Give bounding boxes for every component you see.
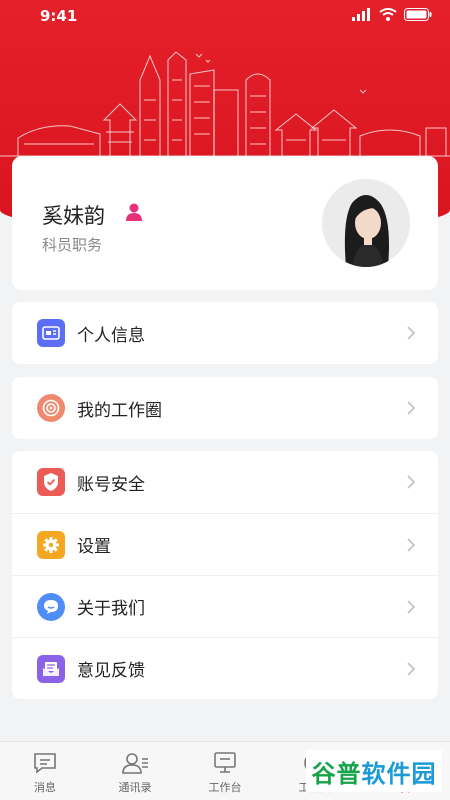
tab-label: 工作台: [208, 781, 242, 794]
chevron-right-icon: [407, 662, 416, 676]
gear-icon: [37, 531, 65, 559]
profile-card[interactable]: 奚妹韵 科员职务: [12, 156, 438, 290]
menu-item-personal-info[interactable]: 个人信息: [12, 302, 438, 364]
chevron-right-icon: [407, 326, 416, 340]
menu-item-label: 个人信息: [77, 325, 145, 346]
feedback-mail-icon: [37, 655, 65, 683]
menu-item-label: 关于我们: [77, 599, 145, 619]
tab-workbench[interactable]: 工作台: [180, 742, 270, 800]
status-icons: [352, 8, 432, 21]
tab-messages[interactable]: 消息: [0, 742, 90, 800]
workbench-icon: [214, 752, 236, 773]
tab-label: 通讯录: [118, 781, 152, 794]
menu-item-label: 我的工作圈: [77, 400, 162, 421]
status-time: 9:41: [40, 7, 78, 25]
menu-item-label: 设置: [77, 537, 111, 557]
menu-group-2: 我的工作圈: [12, 377, 438, 439]
status-bar: 9:41: [0, 0, 450, 32]
contacts-icon: [122, 753, 148, 774]
city-skyline-illustration: [0, 51, 450, 157]
menu-item-label: 意见反馈: [77, 661, 145, 681]
message-icon: [34, 753, 56, 774]
menu-item-feedback[interactable]: 意见反馈: [12, 637, 438, 699]
chevron-right-icon: [407, 600, 416, 614]
watermark-text-first: 谷普: [311, 759, 362, 788]
wifi-icon: [379, 8, 397, 21]
avatar[interactable]: [322, 179, 410, 267]
menu-group-3: 账号安全 设置 关于我们 意见反馈: [12, 451, 438, 699]
menu-item-about-us[interactable]: 关于我们: [12, 575, 438, 637]
menu-item-my-work-circle[interactable]: 我的工作圈: [12, 377, 438, 439]
battery-icon: [404, 8, 432, 21]
profile-name: 奚妹韵: [42, 204, 105, 228]
chevron-right-icon: [407, 401, 416, 415]
menu-item-settings[interactable]: 设置: [12, 513, 438, 575]
id-card-icon: [37, 319, 65, 347]
signal-icon: [352, 8, 370, 21]
avatar-portrait-illustration: [322, 179, 410, 267]
watermark-text-rest: 软件园: [361, 759, 437, 788]
profile-job-title: 科员职务: [42, 236, 103, 254]
chat-bubble-icon: [37, 593, 65, 621]
chevron-right-icon: [407, 538, 416, 552]
tab-label: 消息: [34, 781, 56, 794]
tab-contacts[interactable]: 通讯录: [90, 742, 180, 800]
chevron-right-icon: [407, 475, 416, 489]
menu-item-label: 账号安全: [77, 474, 145, 495]
target-icon: [37, 394, 65, 422]
user-icon: [126, 203, 142, 221]
menu-item-account-security[interactable]: 账号安全: [12, 451, 438, 513]
menu-group-1: 个人信息: [12, 302, 438, 364]
shield-icon: [37, 468, 65, 496]
watermark-logo: 谷普 软件园: [306, 750, 442, 792]
